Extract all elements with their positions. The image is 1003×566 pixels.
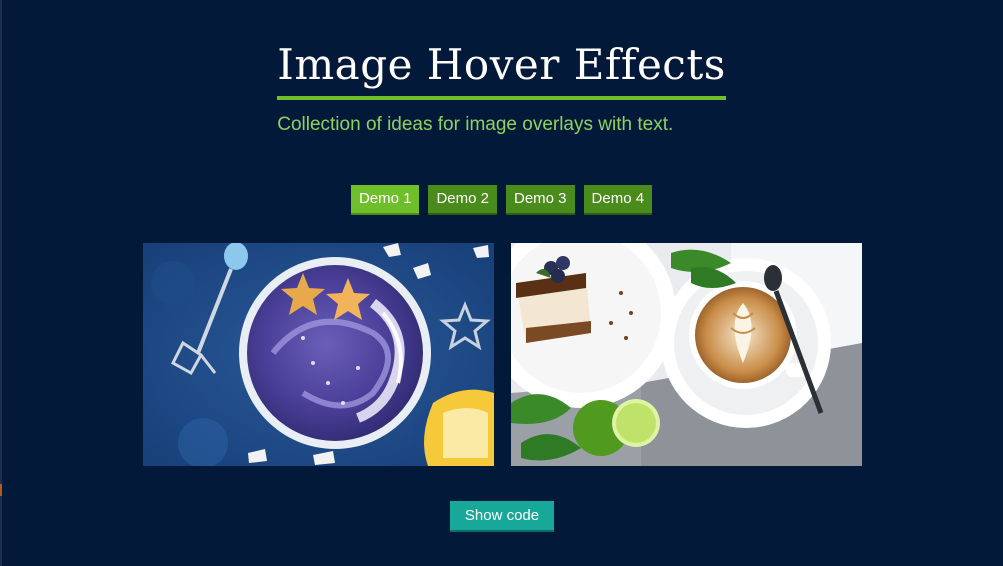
image-gallery	[143, 243, 862, 466]
show-code-button[interactable]: Show code	[450, 501, 554, 532]
gallery-image-smoothie-bowl[interactable]	[143, 243, 494, 466]
gallery-image-coffee-cake[interactable]	[511, 243, 862, 466]
demo-navigation: Demo 1 Demo 2 Demo 3 Demo 4	[0, 185, 1003, 215]
demo-2-button[interactable]: Demo 2	[428, 185, 497, 215]
smoothie-bowl-illustration	[143, 243, 494, 466]
demo-3-button[interactable]: Demo 3	[506, 185, 575, 215]
window-edge-marker	[0, 484, 2, 496]
demo-1-button[interactable]: Demo 1	[350, 185, 420, 215]
title-block: Image Hover Effects Collection of ideas …	[277, 40, 726, 136]
page-subtitle: Collection of ideas for image overlays w…	[277, 114, 674, 135]
page-header: Image Hover Effects Collection of ideas …	[0, 40, 1003, 136]
coffee-cake-illustration	[511, 243, 862, 466]
demo-4-button[interactable]: Demo 4	[583, 185, 653, 215]
page-title: Image Hover Effects	[277, 40, 726, 100]
